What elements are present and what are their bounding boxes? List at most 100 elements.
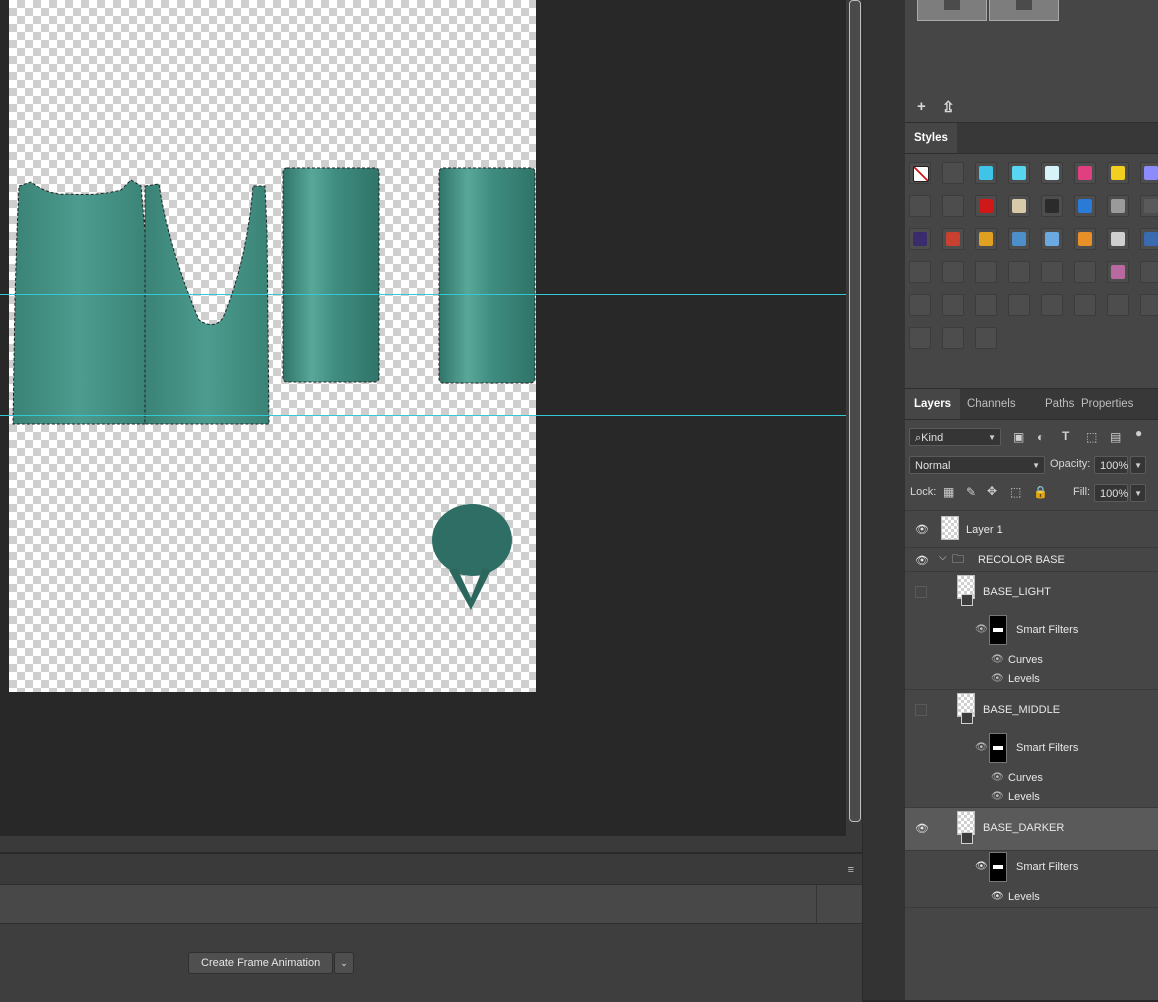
style-preset[interactable] bbox=[1041, 195, 1063, 217]
style-preset[interactable] bbox=[1041, 228, 1063, 250]
style-preset[interactable] bbox=[942, 228, 964, 250]
eye-icon[interactable]: 👁 bbox=[915, 554, 929, 567]
eye-icon[interactable]: 👁 bbox=[991, 654, 1004, 665]
style-preset[interactable] bbox=[909, 228, 931, 250]
layer-group-recolor-base[interactable]: 👁 ⌵ 🗀 RECOLOR BASE bbox=[905, 547, 1158, 572]
canvas-area[interactable] bbox=[0, 0, 846, 836]
style-preset[interactable] bbox=[1074, 294, 1096, 316]
style-preset[interactable] bbox=[1008, 294, 1030, 316]
tab-layers[interactable]: Layers bbox=[905, 389, 961, 419]
pixel-filter-icon[interactable]: ▣ bbox=[1013, 430, 1024, 444]
preset-swatch[interactable] bbox=[989, 0, 1059, 21]
style-preset[interactable] bbox=[909, 294, 931, 316]
style-preset[interactable] bbox=[942, 261, 964, 283]
style-preset[interactable] bbox=[909, 195, 931, 217]
style-preset[interactable] bbox=[1008, 228, 1030, 250]
tab-channels[interactable]: Channels bbox=[958, 389, 1025, 419]
style-preset[interactable] bbox=[1107, 228, 1129, 250]
style-preset[interactable] bbox=[1140, 294, 1158, 316]
style-preset[interactable] bbox=[909, 327, 931, 349]
style-preset[interactable] bbox=[1008, 195, 1030, 217]
type-filter-icon[interactable]: T bbox=[1062, 429, 1069, 443]
style-preset[interactable] bbox=[975, 261, 997, 283]
style-preset[interactable] bbox=[1041, 261, 1063, 283]
eye-icon[interactable]: 👁 bbox=[991, 772, 1004, 783]
style-preset[interactable] bbox=[942, 195, 964, 217]
eye-icon[interactable]: 👁 bbox=[915, 822, 929, 835]
document-canvas[interactable] bbox=[9, 0, 536, 692]
style-preset[interactable] bbox=[1107, 261, 1129, 283]
lock-position-icon[interactable]: ✥ bbox=[987, 484, 997, 498]
eye-icon[interactable]: 👁 bbox=[975, 624, 988, 635]
style-preset[interactable] bbox=[1074, 228, 1096, 250]
style-preset[interactable] bbox=[1107, 195, 1129, 217]
smart-object-filter-icon[interactable]: ▤ bbox=[1110, 430, 1121, 444]
tab-styles[interactable]: Styles bbox=[905, 123, 957, 153]
panel-menu-icon[interactable]: ≡ bbox=[848, 864, 854, 876]
style-preset[interactable] bbox=[1041, 162, 1063, 184]
opacity-field[interactable]: 100% bbox=[1094, 456, 1128, 474]
layer-row-base-middle[interactable]: BASE_MIDDLE 👁 Smart Filters 👁 Curves 👁 L… bbox=[905, 690, 1158, 808]
blend-mode-select[interactable]: Normal ▼ bbox=[909, 456, 1045, 474]
create-frame-animation-button[interactable]: Create Frame Animation bbox=[188, 952, 334, 974]
style-preset[interactable] bbox=[1107, 294, 1129, 316]
lock-all-icon[interactable]: 🔒 bbox=[1033, 485, 1048, 499]
fill-dropdown[interactable]: ▼ bbox=[1130, 484, 1146, 502]
style-preset[interactable] bbox=[1140, 195, 1158, 217]
opacity-dropdown[interactable]: ▼ bbox=[1130, 456, 1146, 474]
style-preset[interactable] bbox=[1074, 261, 1096, 283]
eye-icon[interactable]: 👁 bbox=[915, 523, 929, 536]
style-preset[interactable] bbox=[975, 195, 997, 217]
guide-line[interactable] bbox=[0, 294, 846, 295]
style-preset[interactable] bbox=[975, 228, 997, 250]
new-layer-icon[interactable]: + bbox=[917, 98, 926, 115]
artboard-lock-icon[interactable]: ⬚ bbox=[1010, 485, 1021, 499]
style-preset[interactable] bbox=[942, 327, 964, 349]
style-preset[interactable] bbox=[1008, 261, 1030, 283]
eye-icon[interactable]: 👁 bbox=[991, 891, 1004, 902]
eye-icon[interactable]: 👁 bbox=[991, 673, 1004, 684]
layer-row-base-light[interactable]: BASE_LIGHT 👁 Smart Filters 👁 Curves 👁 Le… bbox=[905, 572, 1158, 690]
style-preset[interactable] bbox=[909, 261, 931, 283]
style-preset[interactable] bbox=[1140, 162, 1158, 184]
style-preset[interactable] bbox=[975, 294, 997, 316]
fill-field[interactable]: 100% bbox=[1094, 484, 1128, 502]
style-preset[interactable] bbox=[1074, 195, 1096, 217]
style-preset[interactable] bbox=[1140, 261, 1158, 283]
styles-tab-bar: Styles bbox=[905, 123, 1158, 154]
shape-filter-icon[interactable]: ⬚ bbox=[1086, 430, 1097, 444]
horizontal-scrollbar[interactable] bbox=[0, 836, 846, 852]
lock-image-icon[interactable]: ✎ bbox=[966, 485, 976, 499]
vertical-scrollbar[interactable] bbox=[846, 0, 862, 852]
tab-properties[interactable]: Properties bbox=[1072, 389, 1142, 419]
style-preset[interactable] bbox=[1041, 294, 1063, 316]
smart-filters-label: Smart Filters bbox=[1016, 624, 1079, 636]
filter-toggle-icon[interactable]: ● bbox=[1135, 426, 1142, 440]
guide-line[interactable] bbox=[0, 415, 846, 416]
preset-swatch[interactable] bbox=[917, 0, 987, 21]
layer-row-layer-1[interactable]: 👁 Layer 1 bbox=[905, 510, 1158, 548]
chevron-down-icon[interactable]: ⌵ bbox=[939, 552, 947, 563]
style-preset[interactable] bbox=[975, 327, 997, 349]
style-preset[interactable] bbox=[909, 162, 931, 184]
create-animation-dropdown[interactable]: ⌄ bbox=[334, 952, 354, 974]
style-preset[interactable] bbox=[1140, 228, 1158, 250]
style-preset[interactable] bbox=[942, 294, 964, 316]
style-preset[interactable] bbox=[975, 162, 997, 184]
lock-transparent-icon[interactable]: ▦ bbox=[943, 485, 954, 499]
style-preset[interactable] bbox=[942, 162, 964, 184]
eye-icon[interactable]: 👁 bbox=[975, 742, 988, 753]
eye-icon[interactable]: 👁 bbox=[991, 791, 1004, 802]
adjustment-filter-icon[interactable]: ◐ bbox=[1037, 430, 1044, 444]
smart-filters-row[interactable]: 👁 Smart Filters 👁 Levels bbox=[905, 851, 1158, 908]
filter-kind-select[interactable]: ⌕Kind ▼ bbox=[909, 428, 1001, 446]
upload-icon[interactable]: ⇫ bbox=[942, 98, 955, 116]
style-preset[interactable] bbox=[1074, 162, 1096, 184]
scroll-thumb[interactable] bbox=[849, 0, 861, 822]
visibility-toggle[interactable] bbox=[915, 704, 927, 716]
style-preset[interactable] bbox=[1107, 162, 1129, 184]
layer-row-base-darker[interactable]: 👁 BASE_DARKER bbox=[905, 808, 1158, 851]
eye-icon[interactable]: 👁 bbox=[975, 861, 988, 872]
style-preset[interactable] bbox=[1008, 162, 1030, 184]
visibility-toggle[interactable] bbox=[915, 586, 927, 598]
